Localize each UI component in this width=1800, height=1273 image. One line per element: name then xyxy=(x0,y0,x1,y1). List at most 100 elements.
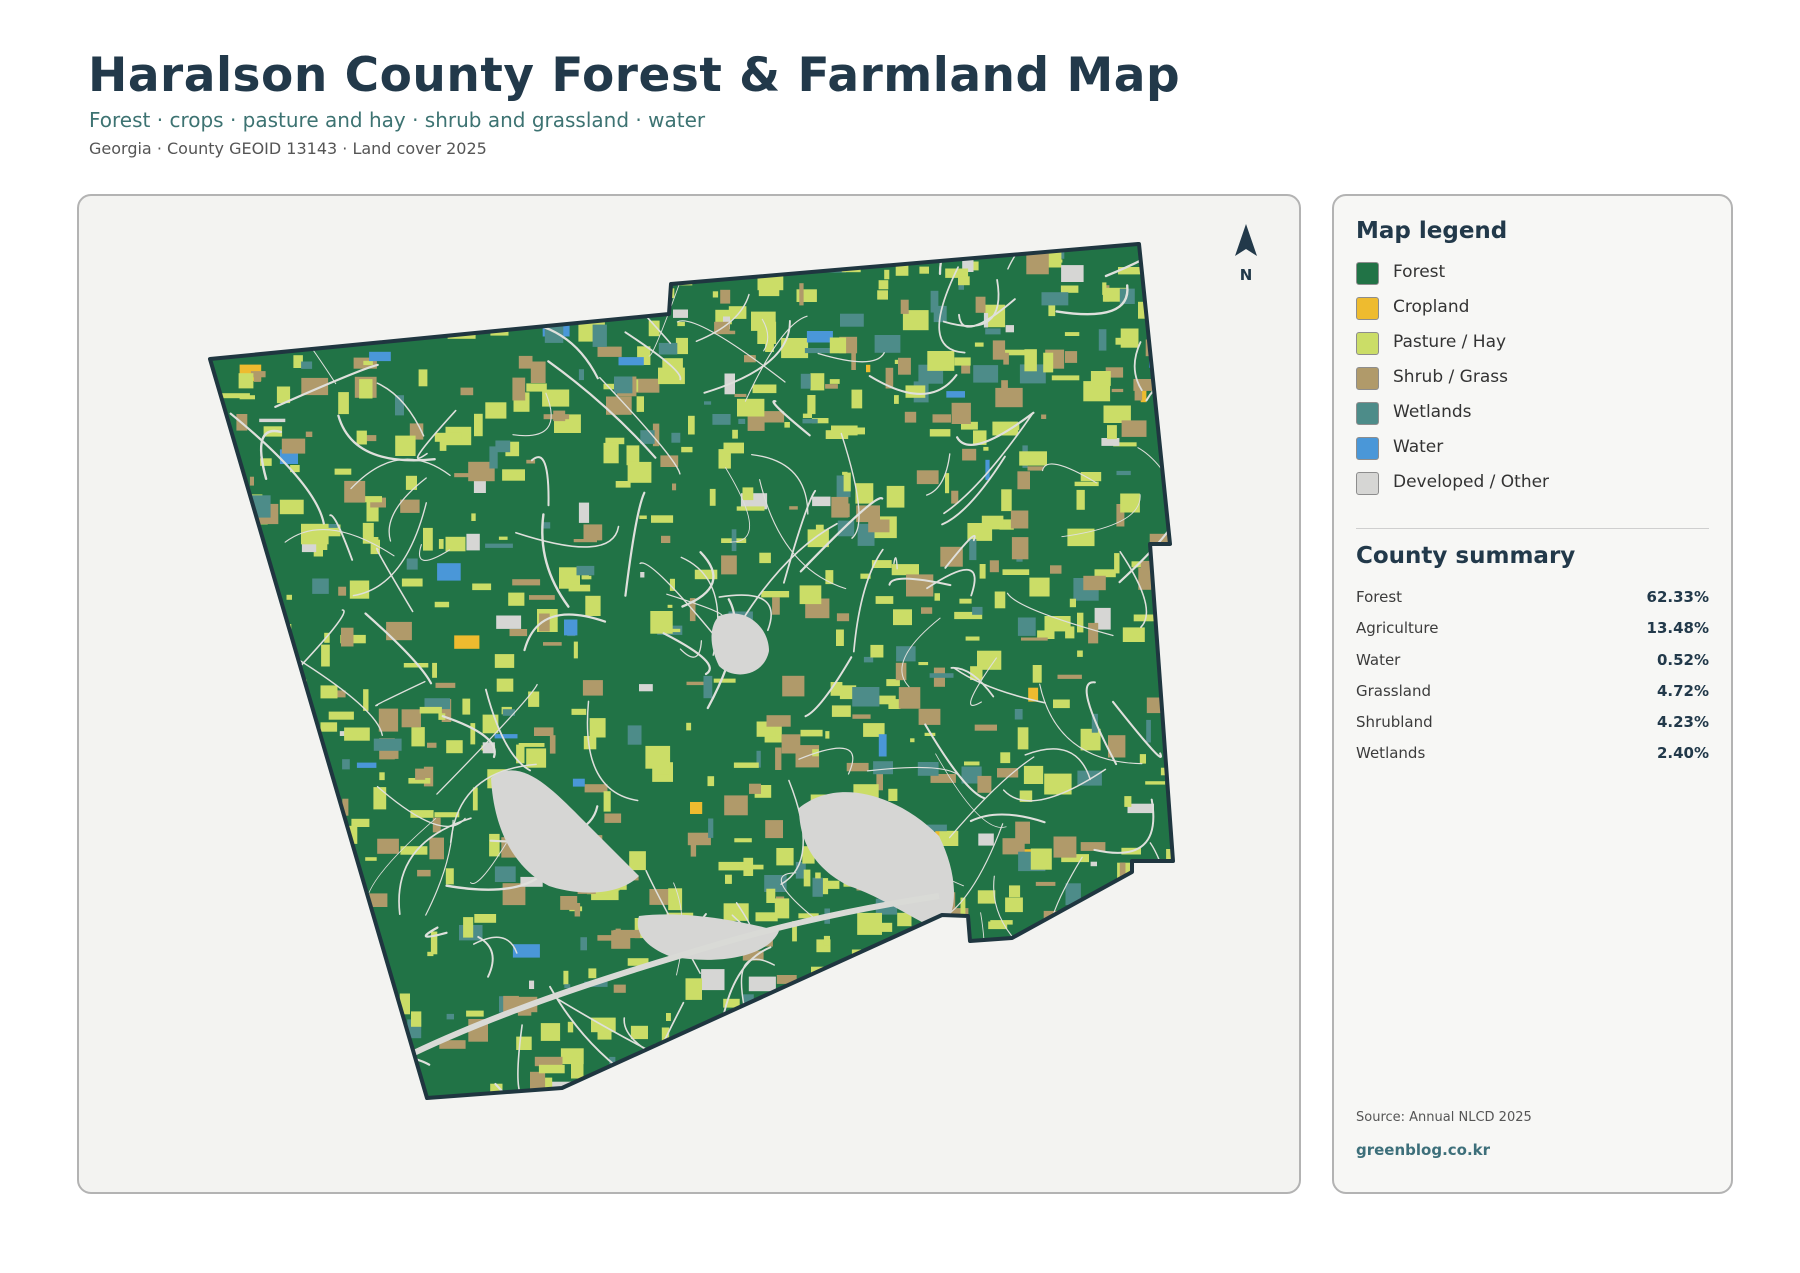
land-cover-patch xyxy=(748,976,776,992)
land-cover-patch xyxy=(707,776,715,787)
land-cover-patch xyxy=(721,555,737,575)
land-cover-patch xyxy=(747,1014,773,1025)
road-segment xyxy=(277,250,323,334)
page-subtitle: Forest · crops · pasture and hay · shrub… xyxy=(89,108,706,132)
land-cover-patch xyxy=(494,654,515,668)
land-cover-patch xyxy=(549,735,556,754)
land-cover-patch xyxy=(708,1087,728,1098)
land-cover-patch xyxy=(415,768,426,780)
land-cover-patch xyxy=(320,722,338,732)
land-cover-patch xyxy=(1069,598,1076,608)
land-cover-patch xyxy=(238,373,254,389)
land-cover-patch xyxy=(235,561,245,573)
land-cover-patch xyxy=(1158,644,1173,650)
land-cover-patch xyxy=(1177,861,1187,866)
land-cover-patch xyxy=(802,418,818,424)
land-cover-patch xyxy=(342,759,350,770)
land-cover-patch xyxy=(338,268,360,287)
land-cover-patch xyxy=(567,1021,574,1033)
land-cover-patch xyxy=(494,734,518,739)
land-cover-patch xyxy=(1027,1054,1053,1072)
land-cover-patch xyxy=(330,958,355,968)
land-cover-patch xyxy=(804,348,832,354)
land-cover-patch xyxy=(477,250,497,263)
land-cover-patch xyxy=(639,515,647,519)
land-cover-patch xyxy=(571,708,587,715)
land-cover-patch xyxy=(844,957,868,979)
credit-link[interactable]: greenblog.co.kr xyxy=(1356,1141,1490,1159)
land-cover-patch xyxy=(227,998,248,1010)
road-segment xyxy=(210,651,249,694)
land-cover-patch xyxy=(339,731,345,736)
summary-value: 4.23% xyxy=(1656,713,1709,732)
land-cover-patch xyxy=(1116,1040,1142,1058)
land-cover-patch xyxy=(764,411,785,423)
map-panel[interactable] xyxy=(77,194,1301,1194)
land-cover-patch xyxy=(1000,1103,1011,1125)
summary-row: Water 0.52% xyxy=(1356,651,1709,682)
land-cover-patch xyxy=(888,788,898,801)
land-cover-patch xyxy=(687,832,711,846)
land-cover-patch xyxy=(1004,1086,1033,1098)
county-map[interactable] xyxy=(79,196,1301,1194)
land-cover-patch xyxy=(312,578,329,594)
land-cover-patch xyxy=(1139,754,1146,764)
land-cover-patch xyxy=(466,533,480,551)
land-cover-patch xyxy=(747,1033,764,1050)
land-cover-patch xyxy=(974,724,997,731)
land-cover-patch xyxy=(284,989,294,1009)
land-cover-patch xyxy=(446,1013,454,1020)
land-cover-patch xyxy=(639,684,653,692)
land-cover-patch xyxy=(934,1003,955,1014)
land-cover-patch xyxy=(1082,1056,1105,1074)
land-cover-patch xyxy=(563,970,569,985)
land-cover-patch xyxy=(1116,470,1131,476)
land-cover-patch xyxy=(690,802,703,814)
land-cover-patch xyxy=(474,914,497,923)
land-cover-patch xyxy=(434,601,450,608)
land-cover-patch xyxy=(929,673,954,678)
legend-label: Water xyxy=(1393,437,1444,457)
land-cover-patch xyxy=(580,1103,606,1113)
land-cover-patch xyxy=(474,413,483,437)
land-cover-patch xyxy=(1057,674,1082,679)
land-cover-patch xyxy=(946,391,965,398)
land-cover-patch xyxy=(1104,937,1110,950)
land-cover-patch xyxy=(593,305,611,320)
legend-heading: Map legend xyxy=(1356,218,1508,244)
land-cover-patch xyxy=(578,502,590,523)
land-cover-patch xyxy=(742,487,754,501)
land-cover-patch xyxy=(1015,821,1030,844)
land-cover-patch xyxy=(239,750,247,765)
land-cover-patch xyxy=(888,699,901,709)
land-cover-patch xyxy=(1123,883,1145,895)
land-cover-patch xyxy=(419,706,442,714)
land-cover-patch xyxy=(1178,1052,1199,1073)
land-cover-patch xyxy=(1146,304,1159,313)
land-cover-patch xyxy=(429,837,444,860)
road-segment xyxy=(369,244,457,307)
land-cover-patch xyxy=(989,560,999,573)
land-cover-patch xyxy=(671,432,681,443)
land-cover-patch xyxy=(1118,1106,1137,1122)
land-cover-patch xyxy=(1037,969,1050,991)
legend-swatch xyxy=(1356,262,1379,285)
land-cover-patch xyxy=(874,335,901,353)
land-cover-patch xyxy=(900,299,909,314)
land-cover-patch xyxy=(789,1080,800,1098)
land-cover-patch xyxy=(265,808,292,816)
land-cover-patch xyxy=(934,593,940,601)
road-segment xyxy=(649,1043,672,1098)
land-cover-patch xyxy=(704,1088,722,1098)
road-segment xyxy=(370,270,441,304)
land-cover-patch xyxy=(232,294,245,308)
land-cover-patch xyxy=(565,1103,587,1119)
land-cover-patch xyxy=(597,935,625,941)
road-segment xyxy=(585,244,637,282)
land-cover-patch xyxy=(251,634,264,655)
land-cover-patch xyxy=(543,642,562,646)
land-cover-patch xyxy=(886,1032,910,1045)
land-cover-patch xyxy=(995,387,1023,408)
land-cover-patch xyxy=(351,818,370,827)
land-cover-patch xyxy=(1050,993,1073,1009)
